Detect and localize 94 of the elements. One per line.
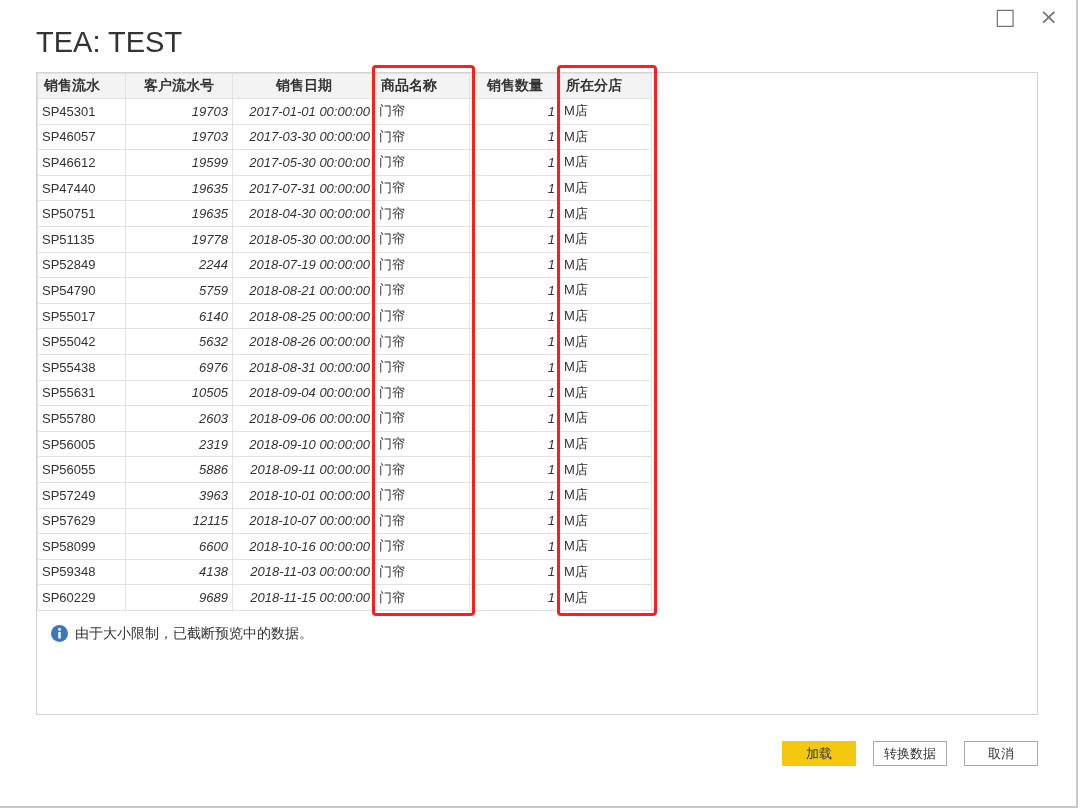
column-header[interactable]: 所在分店: [559, 73, 652, 99]
table-cell: 门帘: [374, 584, 470, 611]
table-cell: SP60229: [37, 584, 126, 611]
table-cell: 5886: [125, 456, 233, 483]
table-cell: M店: [559, 533, 652, 560]
table-cell: M店: [559, 354, 652, 381]
table-cell: 5632: [125, 328, 233, 355]
table-cell: M店: [559, 584, 652, 611]
table-cell: 门帘: [374, 354, 470, 381]
table-cell: SP51135: [37, 226, 126, 253]
table-cell: 19599: [125, 149, 233, 176]
table-cell: 门帘: [374, 328, 470, 355]
table-cell: M店: [559, 380, 652, 406]
table-cell: M店: [559, 559, 652, 585]
table-cell: M店: [559, 277, 652, 304]
table-cell: SP57249: [37, 482, 126, 508]
table-cell: 4138: [125, 559, 233, 585]
table-cell: SP45301: [37, 98, 126, 125]
table-cell: 10505: [125, 380, 233, 406]
table-cell: 门帘: [374, 431, 470, 457]
table-cell: 2319: [125, 431, 233, 457]
table-cell: 门帘: [374, 149, 470, 176]
table-cell: 19635: [125, 175, 233, 201]
table-cell: M店: [559, 431, 652, 457]
table-cell: SP54790: [37, 277, 126, 304]
table-cell: M店: [559, 200, 652, 227]
table-cell: M店: [559, 175, 652, 201]
close-button[interactable]: ×: [1035, 4, 1062, 29]
table-cell: 19635: [125, 200, 233, 227]
table-cell: 5759: [125, 277, 233, 304]
table-cell: SP55042: [37, 328, 126, 355]
table-cell: M店: [559, 405, 652, 432]
column-header[interactable]: 客户流水号: [125, 73, 233, 99]
table-cell: 门帘: [374, 98, 470, 125]
table-cell: 9689: [125, 584, 233, 611]
table-cell: 门帘: [374, 380, 470, 406]
dialog-button[interactable]: 取消: [964, 741, 1038, 766]
table-cell: 门帘: [374, 456, 470, 483]
table-cell: SP55631: [37, 380, 126, 406]
table-cell: 6140: [125, 303, 233, 329]
table-cell: 门帘: [374, 277, 470, 304]
table-cell: SP59348: [37, 559, 126, 585]
table-cell: 门帘: [374, 482, 470, 508]
table-cell: SP55438: [37, 354, 126, 381]
table-cell: SP56055: [37, 456, 126, 483]
table-cell: M店: [559, 252, 652, 278]
table-cell: 3963: [125, 482, 233, 508]
table-cell: M店: [559, 508, 652, 534]
table-cell: M店: [559, 149, 652, 176]
table-cell: 19703: [125, 98, 233, 125]
column-header[interactable]: 商品名称: [374, 73, 470, 99]
table-cell: M店: [559, 482, 652, 508]
table-cell: 12115: [125, 508, 233, 534]
table-cell: M店: [559, 303, 652, 329]
table-cell: 6976: [125, 354, 233, 381]
maximize-button[interactable]: □: [990, 4, 1020, 29]
column-header[interactable]: 销售流水: [37, 73, 126, 99]
truncation-notice: 由于大小限制，已截断预览中的数据。: [75, 624, 313, 643]
column-header[interactable]: 销售数量: [469, 73, 560, 99]
column-header[interactable]: 销售日期: [232, 73, 375, 99]
table-cell: M店: [559, 328, 652, 355]
table-cell: M店: [559, 226, 652, 253]
table-cell: 6600: [125, 533, 233, 560]
table-cell: 门帘: [374, 175, 470, 201]
window-title: TEA: TEST: [36, 25, 184, 60]
table-cell: 门帘: [374, 508, 470, 534]
table-cell: 门帘: [374, 226, 470, 253]
table-cell: SP46612: [37, 149, 126, 176]
table-cell: 19703: [125, 124, 233, 150]
table-cell: SP57629: [37, 508, 126, 534]
load-button[interactable]: 加载: [782, 741, 856, 766]
table-cell: SP58099: [37, 533, 126, 560]
table-cell: M店: [559, 456, 652, 483]
info-icon: [51, 625, 68, 643]
table-cell: M店: [559, 98, 652, 125]
table-cell: 19778: [125, 226, 233, 253]
table-cell: SP46057: [37, 124, 126, 150]
table-cell: 门帘: [374, 533, 470, 560]
table-cell: SP52849: [37, 252, 126, 278]
table-cell: M店: [559, 124, 652, 150]
table-cell: 门帘: [374, 124, 470, 150]
table-cell: SP47440: [37, 175, 126, 201]
table-cell: SP55780: [37, 405, 126, 432]
table-cell: 门帘: [374, 200, 470, 227]
table-cell: 门帘: [374, 559, 470, 585]
table-cell: 2244: [125, 252, 233, 278]
table-cell: 2603: [125, 405, 233, 432]
table-cell: 门帘: [374, 405, 470, 432]
table-cell: 门帘: [374, 252, 470, 278]
table-cell: SP50751: [37, 200, 126, 227]
table-cell: SP56005: [37, 431, 126, 457]
table-cell: SP55017: [37, 303, 126, 329]
table-cell: 门帘: [374, 303, 470, 329]
dialog-button[interactable]: 转换数据: [873, 741, 947, 766]
